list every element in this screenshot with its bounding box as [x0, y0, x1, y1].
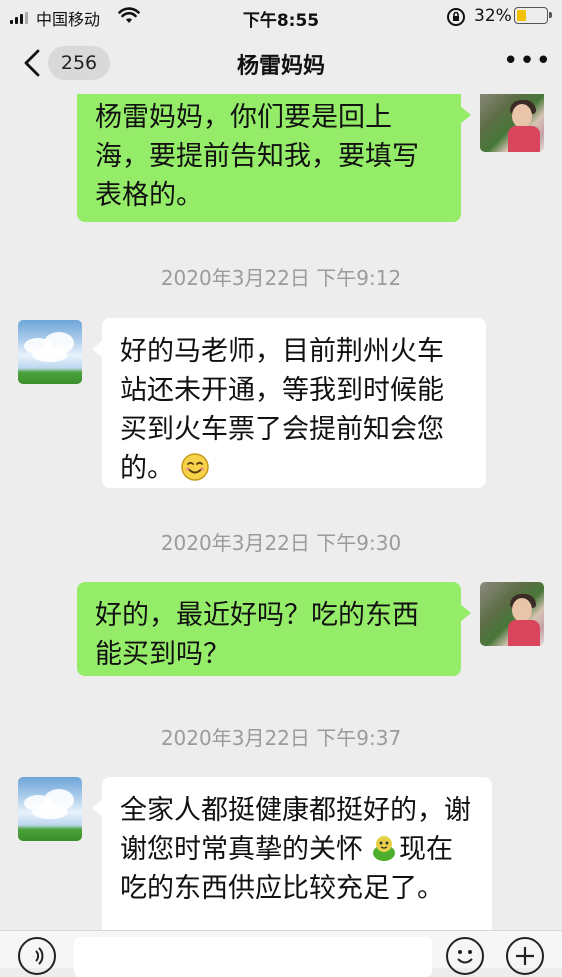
message-text: 好的马老师，目前荆州火车站还未开通，等我到时候能买到火车票了会提前知会您的。 [120, 336, 444, 484]
battery-icon [514, 7, 552, 24]
message-text: 杨雷妈妈，你们要是回上海，要提前告知我，要填写表格的。 [95, 102, 419, 211]
avatar-self[interactable] [480, 94, 544, 152]
message-input[interactable] [74, 937, 432, 977]
avatar-contact[interactable] [18, 777, 82, 841]
chat-title: 杨雷妈妈 [236, 54, 325, 79]
rotation-lock-icon [447, 8, 465, 26]
frog-emoji-icon [373, 836, 395, 861]
voice-icon[interactable] [18, 937, 56, 975]
timestamp: 2020年3月22日 下午9:37 [160, 726, 402, 750]
message-bubble-received[interactable]: 好的马老师，目前荆州火车站还未开通，等我到时候能买到火车票了会提前知会您的。 [92, 318, 486, 488]
avatar-self[interactable] [480, 582, 544, 646]
message-text: 好的，最近好吗？吃的东西能买到吗？ [95, 600, 419, 670]
timestamp: 2020年3月22日 下午9:12 [160, 266, 402, 290]
plus-icon[interactable] [506, 937, 544, 975]
message-bubble-sent[interactable]: 杨雷妈妈，你们要是回上海，要提前告知我，要填写表格的。 [77, 94, 471, 222]
emoji-icon[interactable] [446, 937, 484, 975]
ellipsis-icon[interactable]: ••• [503, 48, 551, 74]
battery-percent: 32% [474, 6, 512, 26]
avatar-contact[interactable] [18, 320, 82, 384]
input-bar [0, 930, 562, 977]
smile-emoji-icon [181, 453, 209, 481]
timestamp: 2020年3月22日 下午9:30 [160, 531, 402, 555]
message-list[interactable]: 杨雷妈妈，你们要是回上海，要提前告知我，要填写表格的。 2020年3月22日 下… [0, 94, 562, 930]
chat-header: 256 杨雷妈妈 ••• [0, 34, 562, 94]
message-bubble-received[interactable]: 全家人都挺健康都挺好的，谢谢您时常真挚的关怀 现在吃的东西供应比较充足了。 [92, 777, 492, 930]
message-bubble-sent[interactable]: 好的，最近好吗？吃的东西能买到吗？ [77, 582, 471, 676]
status-bar: 中国移动 下午8:55 32% [0, 0, 562, 34]
